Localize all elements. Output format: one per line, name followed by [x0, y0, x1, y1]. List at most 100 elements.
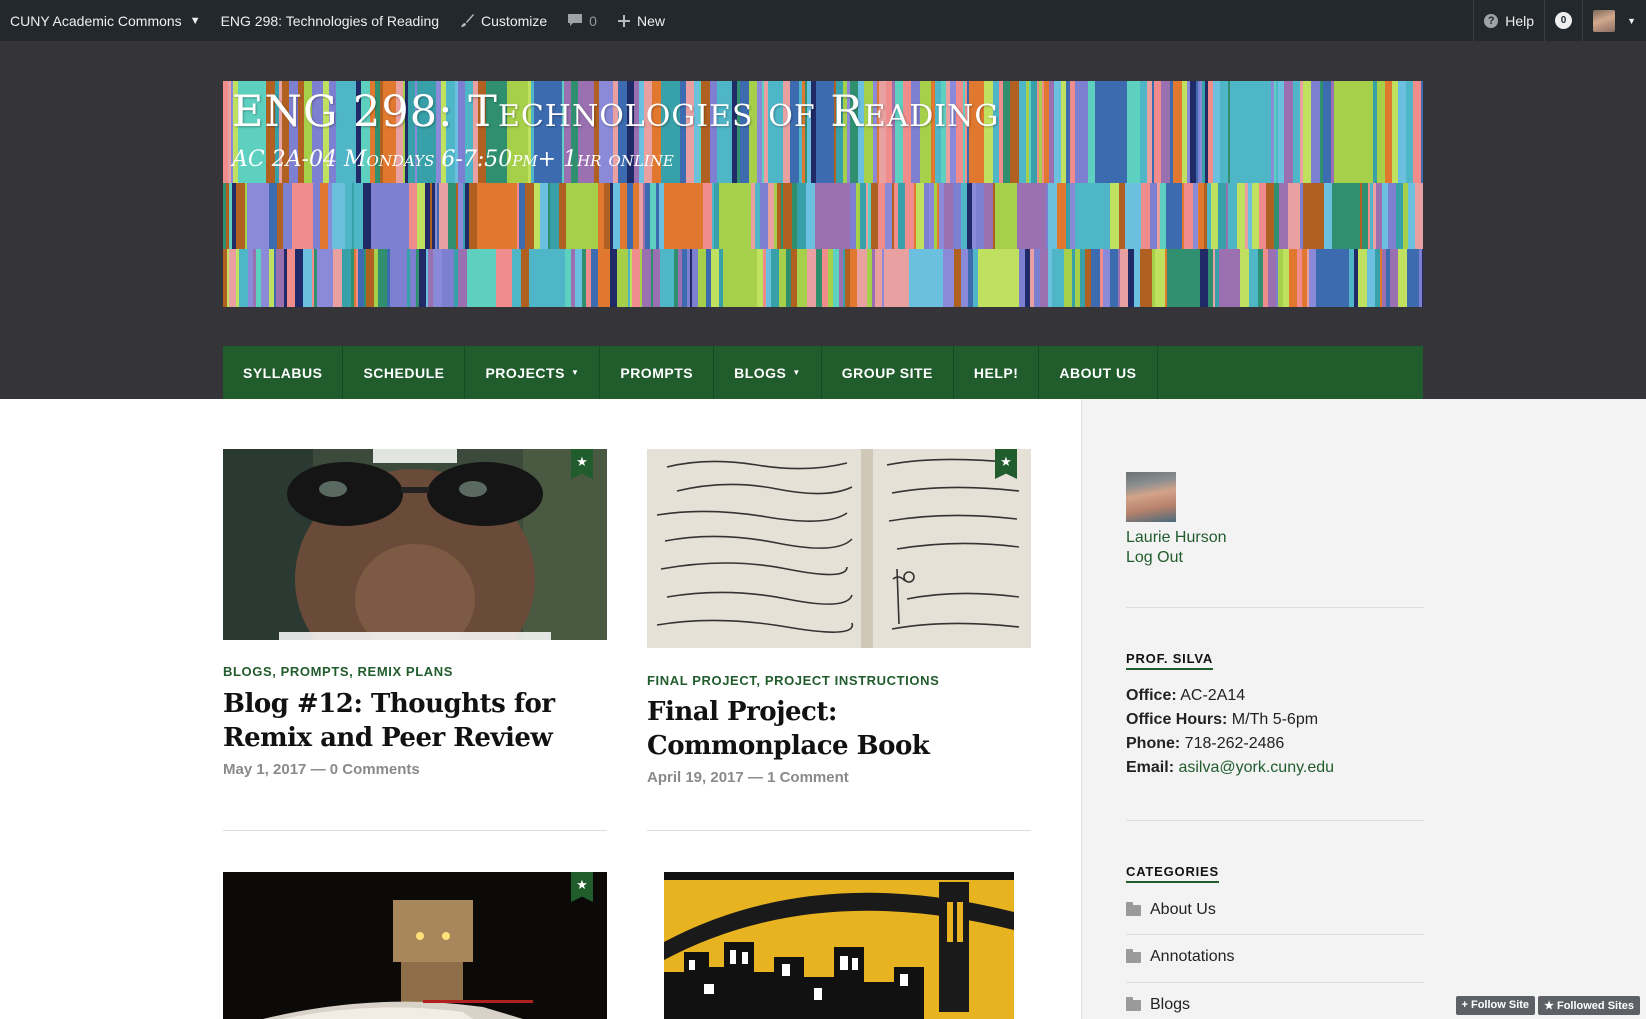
avatar [1593, 9, 1616, 32]
new-content-menu[interactable]: New [607, 0, 675, 41]
phone-line: Phone: 718-262-2486 [1126, 735, 1284, 753]
danbo-reading-image [223, 872, 607, 1019]
site-title[interactable]: ENG 298: Technologies of Reading [232, 87, 999, 137]
post-thumbnail[interactable]: ★ [223, 449, 607, 640]
category-item[interactable]: Annotations [1126, 948, 1424, 966]
manuscript-image [647, 449, 1031, 648]
nav-label: HELP! [973, 364, 1019, 381]
office-hours-label: Office Hours: [1126, 711, 1228, 728]
post-meta: April 19, 2017 — 1 Comment [647, 769, 849, 786]
email-link[interactable]: asilva@york.cuny.edu [1178, 759, 1334, 776]
post-grid: ★ BLOGS, PROMPTS, REMIX PLANS Blog #12: … [0, 399, 1081, 1019]
admin-bar: CUNY Academic Commons ▼ ENG 298: Technol… [0, 0, 1646, 41]
caret-down-icon: ▼ [1627, 15, 1636, 26]
nav-label: PROMPTS [620, 364, 694, 381]
nav-label: SCHEDULE [363, 364, 445, 381]
site-header: ENG 298: Technologies of Reading AC 2A-0… [0, 41, 1646, 399]
comments-count: 0 [589, 12, 597, 29]
folder-icon [1126, 996, 1141, 1011]
office-line: Office: AC-2A14 [1126, 687, 1245, 705]
sidebar: Laurie Hurson Log Out PROF. SILVA Office… [1081, 399, 1646, 1019]
widget-title: CATEGORIES [1126, 864, 1219, 883]
log-out-link[interactable]: Log Out [1126, 549, 1183, 567]
nav-item-group-site[interactable]: GROUP SITE [822, 346, 954, 399]
post-card: ★ FINAL PROJECT, PROJECT INSTRUCTIONS Fi… [647, 449, 1031, 786]
post-date[interactable]: May 1, 2017 [223, 761, 306, 778]
post-card: ★ [223, 872, 607, 1019]
post-comments-link[interactable]: 0 Comments [330, 761, 420, 778]
caret-down-icon: ▼ [189, 14, 201, 27]
followed-sites-button[interactable]: ★ Followed Sites [1538, 996, 1640, 1015]
plus-icon [617, 14, 630, 27]
post-thumbnail[interactable]: ★ [223, 872, 607, 1019]
folder-icon [1126, 901, 1141, 916]
notifications-link[interactable]: 0 [1544, 0, 1582, 41]
comments-link[interactable]: 0 [557, 0, 607, 41]
category-label: About Us [1150, 901, 1216, 918]
user-profile-link[interactable]: Laurie Hurson [1126, 529, 1227, 547]
notifications-count: 0 [1555, 12, 1573, 29]
post-card: ★ BLOGS, PROMPTS, REMIX PLANS Blog #12: … [223, 449, 607, 778]
nav-item-syllabus[interactable]: SYLLABUS [223, 346, 344, 399]
category-item[interactable]: Blogs [1126, 996, 1424, 1014]
post-date[interactable]: April 19, 2017 [647, 769, 744, 786]
follow-site-button[interactable]: + Follow Site [1455, 996, 1536, 1015]
morpheus-meme-image [223, 449, 607, 640]
brush-icon [461, 13, 475, 27]
dropdown-caret-icon: ▼ [570, 368, 580, 377]
widget-divider [1126, 607, 1424, 608]
nav-label: ABOUT US [1059, 364, 1137, 381]
widget-divider [1126, 820, 1424, 821]
follow-buttons: + Follow Site ★ Followed Sites [1455, 996, 1640, 1015]
category-divider [1126, 982, 1424, 983]
post-divider [223, 830, 607, 831]
office-value: AC-2A14 [1180, 687, 1246, 704]
post-title[interactable]: Blog #12: Thoughts for Remix and Peer Re… [223, 687, 607, 755]
nav-item-prompts[interactable]: PROMPTS [600, 346, 715, 399]
post-categories[interactable]: BLOGS, PROMPTS, REMIX PLANS [223, 664, 607, 679]
header-banner[interactable]: ENG 298: Technologies of Reading AC 2A-0… [223, 81, 1423, 307]
main-navigation: SYLLABUS SCHEDULE PROJECTS ▼ PROMPTS BLOG… [223, 346, 1423, 399]
phone-label: Phone: [1126, 735, 1181, 752]
avatar[interactable] [1126, 472, 1176, 522]
post-thumbnail[interactable]: ★ [647, 449, 1031, 648]
customize-link[interactable]: Customize [449, 0, 557, 41]
dropdown-caret-icon: ▼ [792, 368, 801, 377]
site-switcher-label: CUNY Academic Commons [10, 12, 182, 29]
help-icon: ? [1484, 13, 1499, 28]
course-site-link[interactable]: ENG 298: Technologies of Reading [211, 0, 449, 41]
comment-bubble-icon [568, 14, 583, 26]
category-divider [1126, 934, 1424, 935]
folder-icon [1126, 948, 1141, 963]
account-menu[interactable]: ▼ [1582, 0, 1646, 41]
office-hours-line: Office Hours: M/Th 5-6pm [1126, 711, 1318, 729]
post-title[interactable]: Final Project: Commonplace Book [647, 695, 1031, 763]
office-hours-value: M/Th 5-6pm [1231, 711, 1319, 728]
nav-item-projects[interactable]: PROJECTS ▼ [465, 346, 601, 399]
email-label: Email: [1126, 759, 1175, 776]
email-line: Email: asilva@york.cuny.edu [1126, 759, 1334, 777]
site-switcher-menu[interactable]: CUNY Academic Commons ▼ [0, 0, 211, 41]
post-meta: May 1, 2017 — 0 Comments [223, 761, 420, 778]
nav-item-schedule[interactable]: SCHEDULE [343, 346, 466, 399]
post-thumbnail[interactable] [664, 872, 1014, 1019]
brooklyn-bridge-mosaic-image [664, 872, 1014, 1019]
nav-label: BLOGS [734, 364, 787, 381]
nav-item-about-us[interactable]: ABOUT US [1039, 346, 1158, 399]
office-label: Office: [1126, 687, 1177, 704]
nav-item-blogs[interactable]: BLOGS ▼ [714, 346, 822, 399]
nav-item-help[interactable]: HELP! [954, 346, 1040, 399]
post-divider [647, 830, 1031, 831]
post-categories[interactable]: FINAL PROJECT, PROJECT INSTRUCTIONS [647, 673, 1031, 688]
category-label: Annotations [1150, 948, 1235, 965]
help-label: Help [1505, 12, 1535, 29]
post-card [664, 872, 1014, 1019]
post-comments-link[interactable]: 1 Comment [767, 769, 849, 786]
help-link[interactable]: ? Help [1473, 0, 1544, 41]
category-label: Blogs [1150, 996, 1191, 1013]
category-item[interactable]: About Us [1126, 901, 1424, 919]
widget-title: PROF. SILVA [1126, 651, 1214, 670]
site-description: AC 2A-04 Mondays 6-7:50pm+ 1hr online [232, 147, 674, 172]
nav-label: SYLLABUS [243, 364, 323, 381]
nav-label: PROJECTS [485, 364, 565, 381]
